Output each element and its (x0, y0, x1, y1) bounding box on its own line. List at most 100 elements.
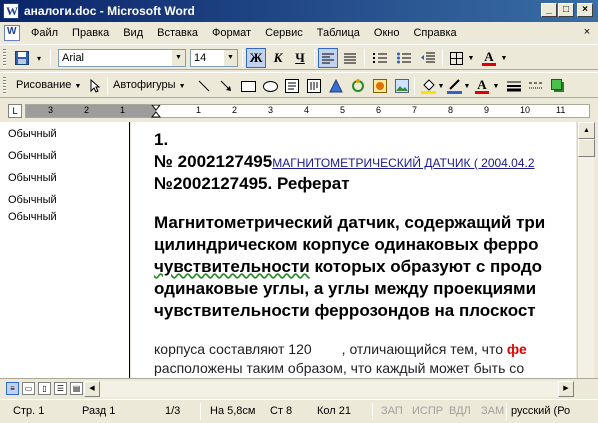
status-line: Ст 8 (270, 405, 293, 417)
style-label[interactable]: Обычный (8, 211, 57, 223)
reading-layout-icon[interactable]: ▤ (70, 382, 83, 395)
menu-view[interactable]: Вид (116, 23, 150, 43)
horizontal-scrollbar[interactable]: ◀ ▶ (84, 381, 574, 397)
scroll-left-icon[interactable]: ◀ (84, 381, 100, 397)
dash-style-icon[interactable] (526, 76, 546, 96)
font-color-button[interactable]: A (479, 48, 499, 68)
normal-view-icon[interactable]: ≡ (6, 382, 19, 395)
font-size-select[interactable]: 14 ▼ (190, 49, 238, 67)
close-button[interactable]: × (577, 3, 593, 17)
scroll-right-icon[interactable]: ▶ (558, 381, 574, 397)
chevron-down-icon[interactable]: ▼ (466, 48, 476, 68)
align-justify-icon[interactable] (340, 48, 360, 68)
fill-color-icon[interactable] (418, 76, 438, 96)
font-size-value: 14 (194, 52, 207, 64)
chevron-down-icon[interactable]: ▼ (499, 48, 509, 68)
autoshapes-menu-button[interactable]: Автофигуры ▼ (113, 79, 186, 91)
minimize-button[interactable]: _ (541, 3, 557, 17)
vertical-textbox-icon[interactable] (304, 76, 324, 96)
clipart-icon[interactable] (370, 76, 390, 96)
drawing-toolbar: Рисование ▼ Автофигуры ▼ ▼ ▼ A ▼ (0, 72, 598, 98)
menu-window[interactable]: Окно (367, 23, 407, 43)
font-color-letter: A (484, 49, 494, 64)
menu-table[interactable]: Таблица (310, 23, 367, 43)
status-overtype[interactable]: ЗАМ (481, 405, 504, 417)
align-left-icon[interactable] (318, 48, 338, 68)
bulleted-list-icon[interactable] (394, 48, 414, 68)
drawing-font-color-button[interactable]: A (472, 76, 492, 96)
toolbar-options-icon[interactable]: ▾ (33, 48, 45, 68)
patent-number: № 2002127495 (154, 152, 273, 171)
ruler: L 3 2 1 1 2 3 4 5 6 7 8 9 10 11 (0, 100, 598, 122)
menu-edit[interactable]: Правка (65, 23, 116, 43)
print-layout-icon[interactable]: ▯ (38, 382, 51, 395)
indent-marker-icon[interactable] (151, 105, 161, 118)
ruler-number: 7 (412, 105, 418, 115)
italic-button[interactable]: К (268, 48, 288, 68)
style-label[interactable]: Обычный (8, 150, 57, 162)
underline-button[interactable]: Ч (290, 48, 310, 68)
arrow-tool-icon[interactable] (216, 76, 236, 96)
menu-help[interactable]: Справка (406, 23, 463, 43)
body-line: расположены таким образом, что каждый мо… (154, 360, 525, 376)
menu-format[interactable]: Формат (205, 23, 258, 43)
drawing-menu-button[interactable]: Рисование ▼ (16, 79, 81, 91)
scroll-thumb[interactable] (578, 139, 595, 157)
borders-icon[interactable] (446, 48, 466, 68)
oval-tool-icon[interactable] (260, 76, 280, 96)
ruler-number: 3 (48, 105, 54, 115)
chevron-down-icon[interactable]: ▼ (172, 50, 185, 66)
menu-tools[interactable]: Сервис (258, 23, 310, 43)
patent-link[interactable]: МАГНИТОМЕТРИЧЕСКИЙ ДАТЧИК ( 2004.04.2 (272, 156, 534, 170)
scroll-up-icon[interactable]: ▲ (578, 122, 595, 139)
line-color-icon[interactable] (444, 76, 464, 96)
bold-button[interactable]: Ж (246, 48, 266, 68)
insert-picture-icon[interactable] (392, 76, 412, 96)
status-extend[interactable]: ВДЛ (449, 405, 471, 417)
vertical-scrollbar[interactable]: ▲ (577, 122, 595, 378)
abstract-line: одинаковые углы, а углы между проекциями (154, 279, 537, 298)
ruler-number: 5 (340, 105, 346, 115)
web-layout-icon[interactable]: ▭ (22, 382, 35, 395)
shadow-style-icon[interactable] (548, 76, 568, 96)
document-close-icon[interactable]: × (580, 26, 594, 39)
style-label[interactable]: Обычный (8, 194, 57, 206)
tab-selector-icon[interactable]: L (8, 104, 22, 118)
chevron-down-icon[interactable]: ▼ (491, 76, 501, 96)
menu-bar: Файл Правка Вид Вставка Формат Сервис Та… (0, 22, 598, 44)
numbered-list-icon[interactable] (370, 48, 390, 68)
ruler-number: 6 (376, 105, 382, 115)
select-objects-icon[interactable] (85, 76, 105, 96)
chevron-down-icon[interactable]: ▼ (462, 76, 472, 96)
status-rec[interactable]: ЗАП (381, 405, 403, 417)
style-label[interactable]: Обычный (8, 172, 57, 184)
decrease-indent-icon[interactable] (418, 48, 438, 68)
document-area[interactable]: 1. № 2002127495МАГНИТОМЕТРИЧЕСКИЙ ДАТЧИК… (131, 122, 576, 378)
font-color-swatch (482, 63, 496, 66)
wordart-icon[interactable] (326, 76, 346, 96)
body-text: , отличающийся тем, что (341, 341, 507, 357)
line-style-icon[interactable] (504, 76, 524, 96)
status-language[interactable]: русский (Ро (511, 405, 570, 417)
diagram-icon[interactable] (348, 76, 368, 96)
horizontal-ruler[interactable]: 3 2 1 1 2 3 4 5 6 7 8 9 10 11 (25, 104, 590, 118)
abstract-line: чувствительности которых образуют с прод… (154, 257, 542, 277)
save-icon[interactable] (12, 48, 32, 68)
ruler-number: 8 (448, 105, 454, 115)
textbox-tool-icon[interactable] (282, 76, 302, 96)
line-tool-icon[interactable] (194, 76, 214, 96)
toolbar-grip[interactable] (3, 49, 6, 67)
menu-insert[interactable]: Вставка (150, 23, 205, 43)
chevron-down-icon[interactable]: ▼ (224, 50, 237, 66)
outline-view-icon[interactable]: ☰ (54, 382, 67, 395)
document-icon[interactable] (4, 25, 20, 41)
word-app-icon[interactable] (3, 3, 19, 19)
toolbar-grip[interactable] (3, 77, 6, 95)
menu-file[interactable]: Файл (24, 23, 65, 43)
spelling-flag-word[interactable]: чувствительности (154, 257, 310, 276)
rectangle-tool-icon[interactable] (238, 76, 258, 96)
status-track-changes[interactable]: ИСПР (412, 405, 443, 417)
font-name-select[interactable]: Arial ▼ (58, 49, 186, 67)
maximize-button[interactable]: □ (558, 3, 574, 17)
style-label[interactable]: Обычный (8, 128, 57, 140)
